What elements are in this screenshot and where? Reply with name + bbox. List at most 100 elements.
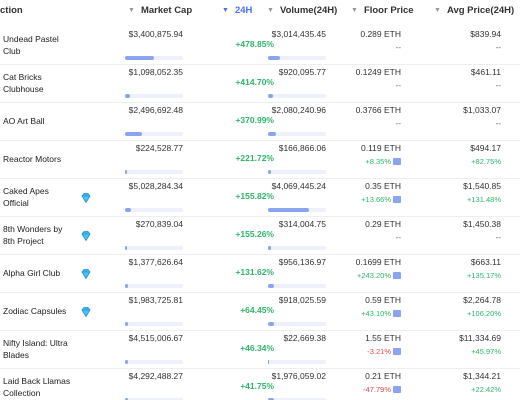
collection-name-text: Caked Apes Official [3,186,49,208]
market-cap-value: $270,839.04 [135,219,183,229]
mini-chart-icon[interactable] [393,158,401,165]
collection-name-text: Zodiac Capsules [3,306,67,316]
avg-price-value: $2,264.78 [463,295,501,305]
collection-name[interactable]: Alpha Girl Club [3,254,75,292]
market-cap-bar [125,132,183,136]
mini-chart-icon[interactable] [393,348,401,355]
collection-name[interactable]: Cat Bricks Clubhouse [3,64,75,102]
floor-price-value: 0.21 ETH [365,371,401,381]
floor-price-value: 0.1249 ETH [355,67,401,77]
floor-price-change: -3.21% [367,347,401,356]
collection-name[interactable]: AO Art Ball [3,102,75,140]
volume-column-header[interactable]: ▼ Volume(24H) [267,5,337,16]
volume-bar [268,208,326,212]
market-cap-value: $1,098,052.35 [128,67,183,77]
volume-value: $2,080,240.96 [271,105,326,115]
volume-bar-fill [268,56,280,60]
floor-price-change: +43.10% [361,309,401,318]
floor-price-column-header[interactable]: ▼ Floor Price [351,5,414,16]
avg-price-value: $11,334.69 [459,333,501,343]
floor-price-change-text: +243.20% [357,271,391,280]
sort-down-icon: ▼ [267,7,274,14]
volume-value: $22,669.38 [283,333,326,343]
floor-price-change-text: -- [395,119,401,128]
floor-price-value: 0.3766 ETH [355,105,401,115]
change-24h-value: +131.62% [235,267,274,277]
mini-chart-icon[interactable] [393,310,401,317]
collection-name[interactable]: Undead Pastel Club [3,26,75,64]
market-cap-bar-fill [125,208,131,212]
sort-down-icon: ▼ [434,7,441,14]
market-cap-bar [125,360,183,364]
market-cap-value: $4,515,006.67 [128,333,183,343]
collection-name-text: Nifty Island: Ultra Blades [3,338,68,360]
table-row[interactable]: Nifty Island: Ultra Blades $4,515,006.67 +… [0,330,520,369]
market-cap-value: $2,496,692.48 [128,105,183,115]
avg-price-column-header[interactable]: ▼ Avg Price(24H) [434,5,514,16]
floor-price-header-label: Floor Price [363,5,414,16]
volume-bar-fill [268,208,309,212]
market-cap-bar [125,170,183,174]
volume-bar [268,94,326,98]
market-cap-column-header[interactable]: ▼ Market Cap [128,5,192,16]
floor-price-change-text: -- [395,81,401,90]
market-cap-value: $224,528.77 [135,143,183,153]
floor-price-change-text: -3.21% [367,347,391,356]
floor-price-change: +13.66% [361,195,401,204]
collection-name[interactable]: Laid Back Llamas Collection [3,368,75,400]
avg-price-change: +135.17% [467,271,501,280]
floor-price-change-text: -47.79% [363,385,391,394]
floor-price-value: 0.289 ETH [360,29,401,39]
floor-price-change: -- [396,119,401,128]
table-row[interactable]: Reactor Motors $224,528.77 +221.72% $166,86… [0,140,520,179]
diamond-icon [80,191,92,204]
collection-name-text: Reactor Motors [3,154,62,164]
floor-price-change-text: -- [395,43,401,52]
collection-name-text: AO Art Ball [3,116,45,126]
volume-bar [268,360,326,364]
avg-price-value: $461.11 [470,67,501,77]
table-header: ction ▼ Market Cap ▼ 24H ▼ Volume(24H) ▼… [0,0,520,24]
table-row[interactable]: Alpha Girl Club $1,377,626.64 +131.62% $956… [0,254,520,293]
market-cap-bar-fill [125,322,129,326]
table-row[interactable]: AO Art Ball $2,496,692.48 +370.99% $2,080,2… [0,102,520,141]
volume-bar-fill [268,94,273,98]
mini-chart-icon[interactable] [393,196,401,203]
collection-name[interactable]: Caked Apes Official [3,178,75,216]
table-row[interactable]: Undead Pastel Club $3,400,875.94 +478.85% $… [0,26,520,65]
market-cap-bar [125,56,183,60]
collection-name-text: 8th Wonders by 8th Project [3,224,63,246]
collection-name[interactable]: 8th Wonders by 8th Project [3,216,75,254]
table-row[interactable]: Cat Bricks Clubhouse $1,098,052.35 +414.70… [0,64,520,103]
mini-chart-icon[interactable] [393,386,401,393]
table-row[interactable]: 8th Wonders by 8th Project $270,839.04 +15… [0,216,520,255]
change-24h-value: +155.82% [235,191,274,201]
market-cap-bar-fill [125,94,130,98]
market-cap-value: $4,292,488.27 [128,371,183,381]
collection-column-header[interactable]: ction [0,5,23,16]
volume-bar [268,56,326,60]
volume-value: $918,025.59 [278,295,326,305]
avg-price-value: $1,450.38 [463,219,501,229]
mini-chart-icon[interactable] [393,272,401,279]
table-row[interactable]: Caked Apes Official $5,028,284.34 +155.82%… [0,178,520,217]
change-24h-value: +46.34% [240,343,274,353]
change-24h-column-header[interactable]: ▼ 24H [222,5,252,16]
collection-name[interactable]: Reactor Motors [3,140,75,178]
sort-down-icon: ▼ [351,7,358,14]
floor-price-change: -- [396,81,401,90]
floor-price-change-text: -- [395,233,401,242]
collection-name[interactable]: Nifty Island: Ultra Blades [3,330,75,368]
volume-value: $314,004.75 [278,219,326,229]
volume-bar-fill [268,322,274,326]
floor-price-value: 0.59 ETH [365,295,401,305]
volume-value: $1,976,059.02 [271,371,326,381]
table-row[interactable]: Zodiac Capsules $1,983,725.81 +64.45% $918,… [0,292,520,331]
floor-price-value: 0.35 ETH [365,181,401,191]
market-cap-value: $1,983,725.81 [128,295,183,305]
avg-price-change: -- [495,43,501,52]
collection-name[interactable]: Zodiac Capsules [3,292,75,330]
floor-price-change: -- [396,43,401,52]
table-row[interactable]: Laid Back Llamas Collection $4,292,488.27… [0,368,520,400]
volume-bar [268,284,326,288]
